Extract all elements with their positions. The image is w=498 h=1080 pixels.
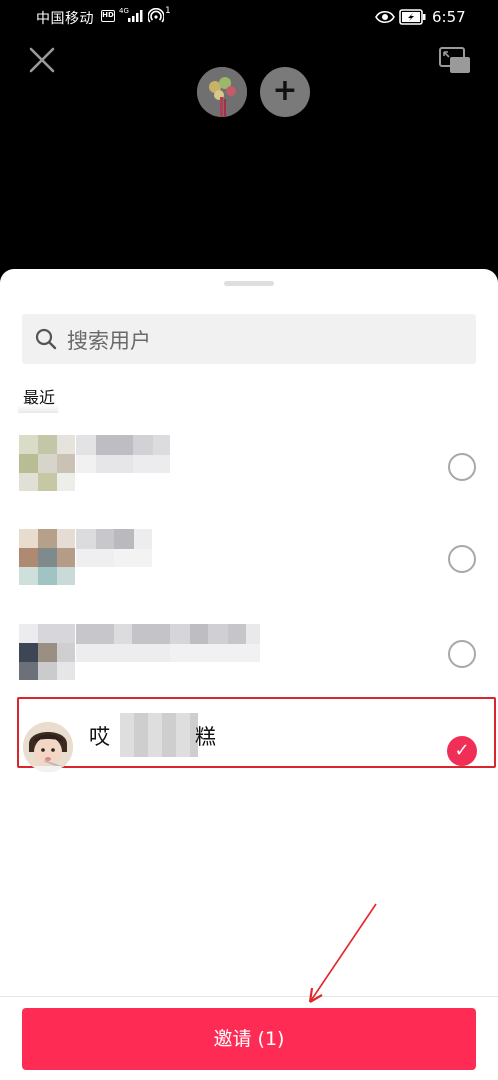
- contact-name-redacted: [76, 435, 170, 475]
- contact-row[interactable]: [0, 435, 498, 531]
- contact-row-selected[interactable]: 哎 糕 ✓: [17, 697, 496, 772]
- contact-name-prefix: 哎: [89, 725, 110, 749]
- avatar: [19, 435, 75, 491]
- close-icon[interactable]: [28, 46, 56, 74]
- invite-button[interactable]: 邀请 (1): [22, 1008, 476, 1070]
- add-guest-button[interactable]: +: [260, 67, 310, 117]
- recent-divider: [18, 405, 58, 413]
- hd-badge: HD: [101, 10, 115, 22]
- contact-row[interactable]: [0, 529, 498, 625]
- sheet-drag-handle[interactable]: [224, 281, 274, 286]
- select-radio[interactable]: [448, 453, 476, 481]
- search-input[interactable]: 搜索用户: [22, 314, 476, 364]
- select-radio[interactable]: [448, 545, 476, 573]
- avatar: [19, 624, 75, 680]
- footer-divider: [0, 996, 498, 997]
- clock: 6:57: [432, 8, 466, 26]
- battery-icon: [399, 9, 426, 25]
- signal-icon: [128, 10, 143, 22]
- select-radio[interactable]: [448, 640, 476, 668]
- avatar: [23, 722, 73, 772]
- contact-name-redacted: [76, 529, 152, 569]
- carrier-label: 中国移动: [36, 11, 94, 27]
- eye-comfort-icon: [375, 10, 395, 24]
- hotspot-count: 1: [165, 6, 171, 16]
- contact-name-redacted: [76, 624, 260, 664]
- search-placeholder: 搜索用户: [67, 329, 151, 353]
- hotspot-icon: [148, 8, 164, 23]
- contact-name-redacted: [120, 713, 198, 757]
- invite-sheet: 搜索用户 最近 哎 糕 ✓ 邀请 (1): [0, 269, 498, 1080]
- checkmark-icon[interactable]: ✓: [447, 736, 477, 766]
- bouquet-avatar-image: [197, 67, 247, 117]
- picture-in-picture-icon[interactable]: [438, 46, 472, 76]
- host-avatar: [197, 67, 247, 117]
- avatar: [19, 529, 75, 585]
- search-icon: [35, 328, 57, 350]
- annotation-arrow-icon: [308, 903, 377, 1003]
- child-avatar-image: [23, 722, 73, 772]
- contact-name-suffix: 糕: [195, 725, 216, 749]
- status-bar: 中国移动 HD 4G 1 6:57: [0, 0, 498, 34]
